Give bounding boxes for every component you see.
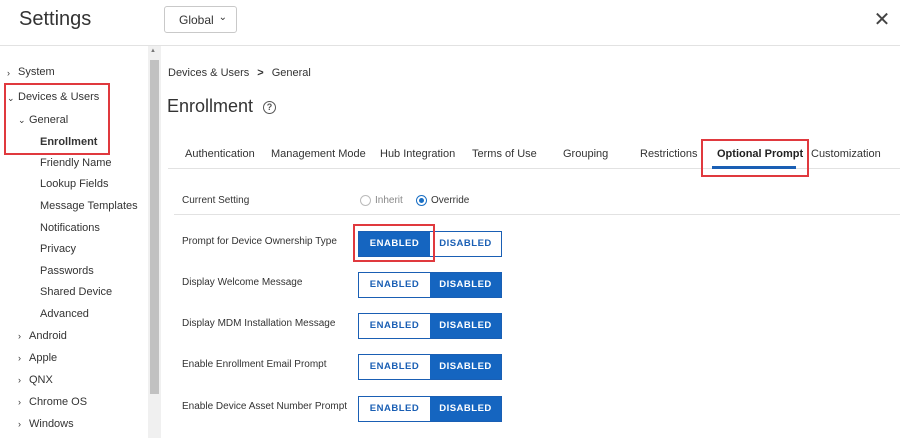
sidebar-scrollbar-thumb[interactable] (150, 60, 159, 394)
disabled-button[interactable]: DISABLED (430, 273, 501, 297)
page-title: Enrollment (167, 96, 254, 116)
chevron-right-icon[interactable]: › (7, 68, 10, 78)
inherit-radio-label[interactable]: Inherit (375, 195, 403, 206)
current-setting-label: Current Setting (182, 195, 250, 206)
highlight-box-sidebar (4, 83, 110, 155)
sidebar-item-windows[interactable]: Windows (29, 418, 74, 430)
sidebar-item-android[interactable]: Android (29, 330, 67, 342)
tab-hub-integration[interactable]: Hub Integration (380, 148, 455, 160)
help-icon[interactable]: ? (263, 101, 276, 114)
chevron-right-icon[interactable]: › (18, 419, 21, 429)
tab-authentication[interactable]: Authentication (185, 148, 255, 160)
tab-grouping[interactable]: Grouping (563, 148, 608, 160)
close-icon[interactable]: ✕ (872, 8, 892, 32)
inherit-radio[interactable] (360, 195, 371, 206)
top-bar: Settings Global ⌄ ✕ (0, 0, 900, 46)
highlight-box-tab (701, 139, 809, 177)
disabled-button[interactable]: DISABLED (430, 314, 501, 338)
scroll-up-icon[interactable]: ▲ (150, 48, 156, 54)
asset-number-toggle: ENABLED DISABLED (358, 396, 502, 422)
disabled-button[interactable]: DISABLED (430, 397, 501, 421)
tab-management-mode[interactable]: Management Mode (271, 148, 366, 160)
sidebar-item-passwords[interactable]: Passwords (40, 265, 94, 277)
tab-customization[interactable]: Customization (811, 148, 881, 160)
enabled-button[interactable]: ENABLED (359, 397, 430, 421)
scope-value: Global (179, 13, 214, 27)
enabled-button[interactable]: ENABLED (359, 273, 430, 297)
sidebar-item-friendly-name[interactable]: Friendly Name (40, 157, 112, 169)
override-radio[interactable] (416, 195, 427, 206)
mdm-installation-toggle: ENABLED DISABLED (358, 313, 502, 339)
chevron-right-icon[interactable]: › (18, 397, 21, 407)
setting-label: Display MDM Installation Message (182, 318, 336, 329)
chevron-down-icon: ⌄ (218, 12, 227, 23)
sidebar-item-advanced[interactable]: Advanced (40, 308, 89, 320)
enabled-button[interactable]: ENABLED (359, 355, 430, 379)
breadcrumb-separator: > (257, 67, 264, 79)
app-title: Settings (19, 8, 92, 30)
tab-restrictions[interactable]: Restrictions (640, 148, 697, 160)
sidebar-item-lookup-fields[interactable]: Lookup Fields (40, 178, 109, 190)
scope-dropdown[interactable]: Global ⌄ (164, 6, 237, 33)
sidebar-item-system[interactable]: System (18, 66, 55, 78)
chevron-right-icon[interactable]: › (18, 353, 21, 363)
breadcrumb-parent[interactable]: Devices & Users (168, 67, 249, 79)
setting-label: Display Welcome Message (182, 277, 303, 288)
divider (174, 214, 900, 215)
setting-label: Enable Enrollment Email Prompt (182, 359, 327, 370)
disabled-button[interactable]: DISABLED (430, 355, 501, 379)
sidebar-item-shared-device[interactable]: Shared Device (40, 286, 112, 298)
sidebar-item-privacy[interactable]: Privacy (40, 243, 76, 255)
tab-terms-of-use[interactable]: Terms of Use (472, 148, 537, 160)
disabled-button[interactable]: DISABLED (430, 232, 501, 256)
sidebar-item-apple[interactable]: Apple (29, 352, 57, 364)
sidebar-item-qnx[interactable]: QNX (29, 374, 53, 386)
enrollment-email-toggle: ENABLED DISABLED (358, 354, 502, 380)
enabled-button[interactable]: ENABLED (359, 314, 430, 338)
override-radio-label[interactable]: Override (431, 195, 469, 206)
chevron-right-icon[interactable]: › (18, 331, 21, 341)
setting-label: Enable Device Asset Number Prompt (182, 401, 348, 412)
breadcrumb: Devices & Users > General (168, 67, 311, 79)
sidebar-item-chrome-os[interactable]: Chrome OS (29, 396, 87, 408)
sidebar-item-message-templates[interactable]: Message Templates (40, 200, 138, 212)
breadcrumb-current: General (271, 67, 311, 79)
highlight-box-enabled (353, 224, 435, 262)
setting-label: Prompt for Device Ownership Type (182, 236, 337, 247)
welcome-message-toggle: ENABLED DISABLED (358, 272, 502, 298)
chevron-right-icon[interactable]: › (18, 375, 21, 385)
sidebar-item-notifications[interactable]: Notifications (40, 222, 100, 234)
